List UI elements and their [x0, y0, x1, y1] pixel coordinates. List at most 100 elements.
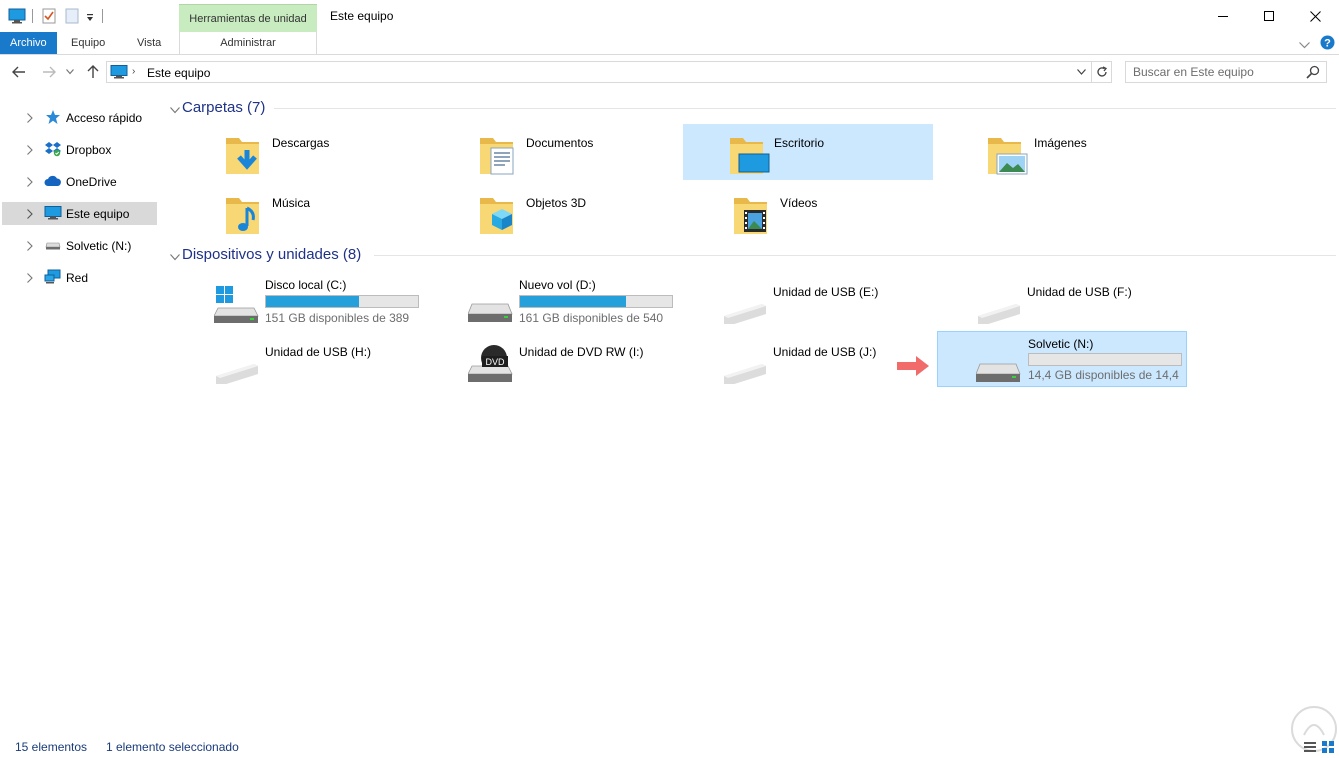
folder-videos[interactable]: Vídeos	[697, 184, 947, 240]
drive-d[interactable]: Nuevo vol (D:) 161 GB disponibles de 540	[414, 276, 673, 332]
folder-musica[interactable]: Música	[189, 184, 439, 240]
forward-button[interactable]	[40, 63, 58, 81]
cloud-icon	[44, 173, 62, 189]
sidebar-item-solvetic[interactable]: Solvetic (N:)	[2, 234, 157, 257]
address-history-button[interactable]	[1073, 64, 1089, 80]
folder-name: Objetos 3D	[526, 196, 587, 210]
minimize-icon	[1218, 16, 1228, 17]
computer-icon	[110, 65, 128, 82]
tab-vista[interactable]: Vista	[127, 32, 171, 54]
usb-drive-icon	[724, 304, 766, 324]
title-bar: Herramientas de unidad Este equipo	[0, 0, 1339, 32]
group-header-dispositivos[interactable]: Dispositivos y unidades (8)	[166, 245, 1336, 265]
sidebar-item-dropbox[interactable]: Dropbox	[2, 138, 157, 161]
details-view-icon[interactable]	[1303, 740, 1317, 754]
videos-folder-icon	[734, 198, 767, 234]
minimize-button[interactable]	[1200, 0, 1246, 32]
maximize-button[interactable]	[1246, 0, 1292, 32]
folder-name: Escritorio	[774, 136, 825, 150]
sidebar-item-onedrive[interactable]: OneDrive	[2, 170, 157, 193]
windows-drive-icon	[214, 286, 259, 323]
item-count: 15 elementos	[15, 740, 88, 754]
collapse-chevron-icon[interactable]	[170, 250, 180, 264]
drive-name: Unidad de USB (H:)	[265, 345, 372, 359]
breadcrumb-este-equipo[interactable]: Este equipo	[147, 66, 210, 80]
folder-imagenes[interactable]: Imágenes	[951, 124, 1201, 180]
folder-descargas[interactable]: Descargas	[189, 124, 439, 180]
refresh-button[interactable]	[1091, 62, 1111, 82]
close-button[interactable]	[1292, 0, 1338, 32]
drive-usage-fill	[520, 296, 627, 307]
drive-free-space: 151 GB disponibles de 389	[265, 311, 410, 325]
group-title: Dispositivos y unidades (8)	[182, 246, 362, 263]
drive-h[interactable]: Unidad de USB (H:)	[160, 336, 410, 392]
customize-quick-access-icon[interactable]	[85, 11, 95, 25]
back-arrow-icon	[12, 66, 25, 78]
up-arrow-icon	[87, 65, 99, 78]
computer-icon	[44, 205, 62, 221]
drive-tools-context-tab: Herramientas de unidad	[179, 4, 317, 32]
drive-i[interactable]: DVD Unidad de DVD RW (I:)	[414, 336, 664, 392]
sidebar-item-red[interactable]: Red	[2, 266, 157, 289]
drive-icon	[44, 237, 62, 253]
desktop-folder-icon	[730, 138, 770, 174]
folder-name: Descargas	[272, 136, 330, 150]
sidebar-item-este-equipo[interactable]: Este equipo	[2, 202, 157, 225]
drive-j[interactable]: Unidad de USB (J:)	[668, 336, 918, 392]
chevron-down-icon	[66, 69, 74, 75]
group-header-carpetas[interactable]: Carpetas (7)	[166, 98, 1336, 118]
drive-name: Unidad de USB (E:)	[773, 285, 879, 299]
tab-administrar[interactable]: Administrar	[179, 32, 317, 54]
address-bar[interactable]: › Este equipo	[106, 61, 1112, 83]
search-icon[interactable]	[1306, 65, 1320, 82]
sidebar-item-label: OneDrive	[66, 175, 117, 189]
3d-objects-folder-icon	[480, 198, 513, 234]
sidebar-item-label: Solvetic (N:)	[66, 239, 132, 253]
collapse-chevron-icon[interactable]	[170, 103, 180, 117]
new-folder-icon[interactable]	[65, 8, 79, 27]
network-icon	[44, 269, 62, 285]
sidebar-item-label: Red	[66, 271, 89, 285]
navigation-bar: › Este equipo	[0, 56, 1339, 88]
back-button[interactable]	[10, 63, 28, 81]
music-folder-icon	[226, 198, 259, 234]
tab-archivo[interactable]: Archivo	[0, 32, 57, 54]
expand-chevron-icon[interactable]	[27, 272, 33, 286]
computer-icon[interactable]	[8, 8, 26, 27]
expand-chevron-icon[interactable]	[27, 112, 33, 126]
tab-equipo[interactable]: Equipo	[61, 32, 115, 54]
folder-objetos-3d[interactable]: Objetos 3D	[443, 184, 693, 240]
breadcrumb-chevron-icon[interactable]: ›	[132, 66, 135, 77]
help-icon[interactable]: ?	[1320, 35, 1335, 53]
refresh-icon	[1096, 66, 1107, 77]
folder-documentos[interactable]: Documentos	[443, 124, 693, 180]
drive-e[interactable]: Unidad de USB (E:)	[668, 276, 918, 332]
drive-free-space: 14,4 GB disponibles de 14,4	[1028, 368, 1179, 382]
expand-chevron-icon[interactable]	[27, 208, 33, 222]
expand-chevron-icon[interactable]	[27, 176, 33, 190]
maximize-icon	[1264, 11, 1274, 21]
expand-ribbon-chevron-icon[interactable]	[1299, 38, 1310, 52]
drive-n-selected[interactable]: Solvetic (N:) 14,4 GB disponibles de 14,…	[937, 331, 1187, 387]
large-icons-view-icon[interactable]	[1321, 740, 1335, 754]
search-input[interactable]	[1126, 62, 1306, 82]
usb-drive-icon	[216, 364, 258, 384]
drive-usage-bar	[265, 295, 419, 308]
up-button[interactable]	[84, 63, 102, 81]
drive-usage-bar	[519, 295, 673, 308]
sidebar-item-acceso-rapido[interactable]: Acceso rápido	[2, 106, 157, 129]
expand-chevron-icon[interactable]	[27, 144, 33, 158]
quick-access-divider	[102, 9, 103, 23]
expand-chevron-icon[interactable]	[27, 240, 33, 254]
downloads-folder-icon	[226, 138, 259, 174]
recent-locations-button[interactable]	[64, 63, 76, 81]
properties-icon[interactable]	[42, 8, 56, 27]
drive-usage-bar	[1028, 353, 1182, 366]
navigation-pane: Acceso rápido Dropbox OneDrive Este equi…	[0, 100, 160, 720]
status-bar: 15 elementos 1 elemento seleccionado	[0, 735, 1339, 758]
folder-escritorio[interactable]: Escritorio	[683, 124, 933, 180]
dvd-label: DVD	[485, 357, 505, 367]
drive-c[interactable]: Disco local (C:) 151 GB disponibles de 3…	[160, 276, 419, 332]
chevron-down-icon	[1076, 69, 1086, 75]
drive-f[interactable]: Unidad de USB (F:)	[922, 276, 1172, 332]
